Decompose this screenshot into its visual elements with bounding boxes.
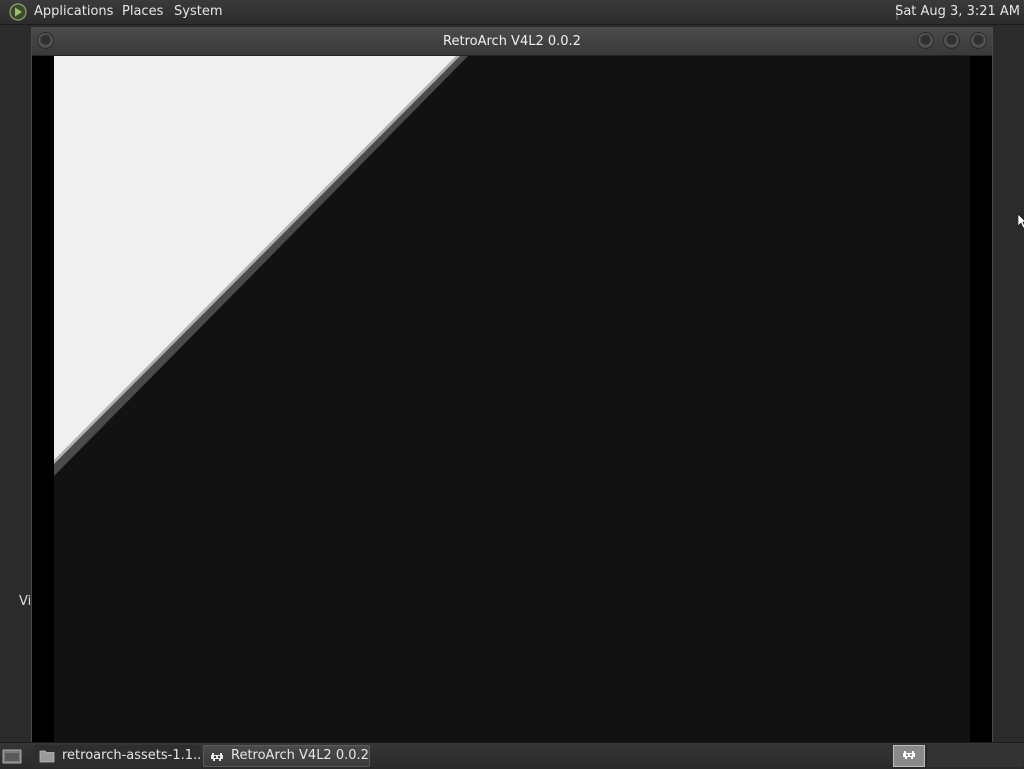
desktop-icon-label[interactable]: Vi [19,594,31,610]
retroarch-window: RetroArch V4L2 0.0.2 [31,27,993,743]
maximize-icon[interactable] [944,33,959,48]
folder-icon [39,750,55,763]
taskbar-item-label: RetroArch V4L2 0.0.2 [231,748,369,763]
minimize-icon[interactable] [918,33,933,48]
taskbar-item-retroarch[interactable]: RetroArch V4L2 0.0.2 [203,745,370,767]
show-desktop-icon[interactable] [2,748,22,764]
top-panel: Applications Places System Sat Aug 3, 3:… [0,0,1024,25]
mouse-cursor-icon [1018,214,1024,229]
menu-applications[interactable]: Applications [34,4,113,20]
retroarch-invader-icon [903,751,915,759]
workspace-switcher-empty[interactable] [926,745,1023,767]
bottom-panel: retroarch-assets-1.1... RetroArch V4L2 0… [0,742,1024,769]
taskbar-item-label: retroarch-assets-1.1... [62,748,200,763]
menu-places[interactable]: Places [122,4,163,20]
distro-logo-icon[interactable] [9,3,27,21]
video-frame-graphic [54,56,970,742]
taskbar-item-file-manager[interactable]: retroarch-assets-1.1... [34,745,200,767]
menu-system[interactable]: System [174,4,222,20]
close-icon[interactable] [971,33,986,48]
workspace-switcher-active[interactable] [893,745,925,767]
clock[interactable]: Sat Aug 3, 3:21 AM [895,4,1020,20]
retroarch-invader-icon [211,753,223,761]
window-title: RetroArch V4L2 0.0.2 [443,34,581,49]
video-output [54,56,970,742]
window-titlebar[interactable]: RetroArch V4L2 0.0.2 [32,28,992,56]
window-content [32,56,992,742]
